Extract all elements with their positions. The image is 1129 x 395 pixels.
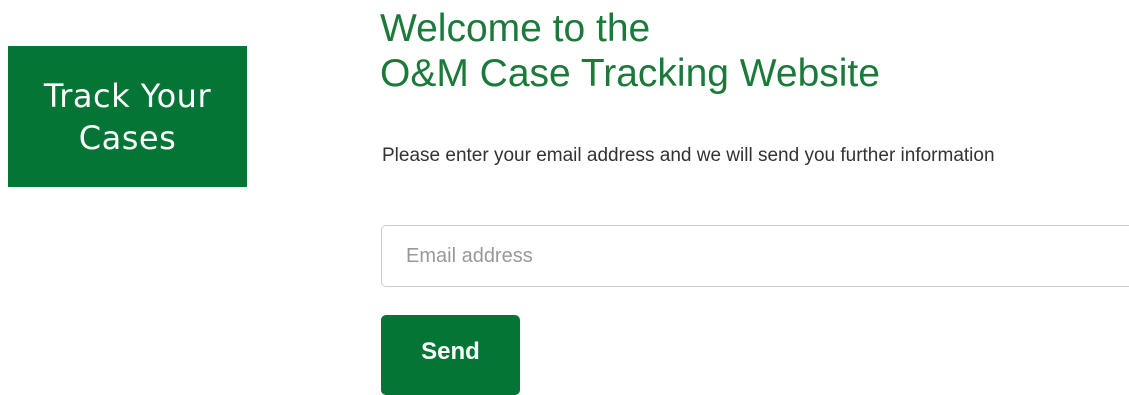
badge-line-1: Track Your <box>43 76 212 115</box>
page-title-line-1: Welcome to the <box>380 7 651 50</box>
track-your-cases-badge[interactable]: Track Your Cases <box>8 46 247 187</box>
page-title-line-2: O&M Case Tracking Website <box>380 52 880 95</box>
instructions-text: Please enter your email address and we w… <box>382 145 995 166</box>
badge-line-2: Cases <box>78 118 177 157</box>
page-title: Welcome to the O&M Case Tracking Website <box>380 6 880 96</box>
send-button[interactable]: Send <box>381 315 520 395</box>
email-input[interactable] <box>381 225 1129 287</box>
